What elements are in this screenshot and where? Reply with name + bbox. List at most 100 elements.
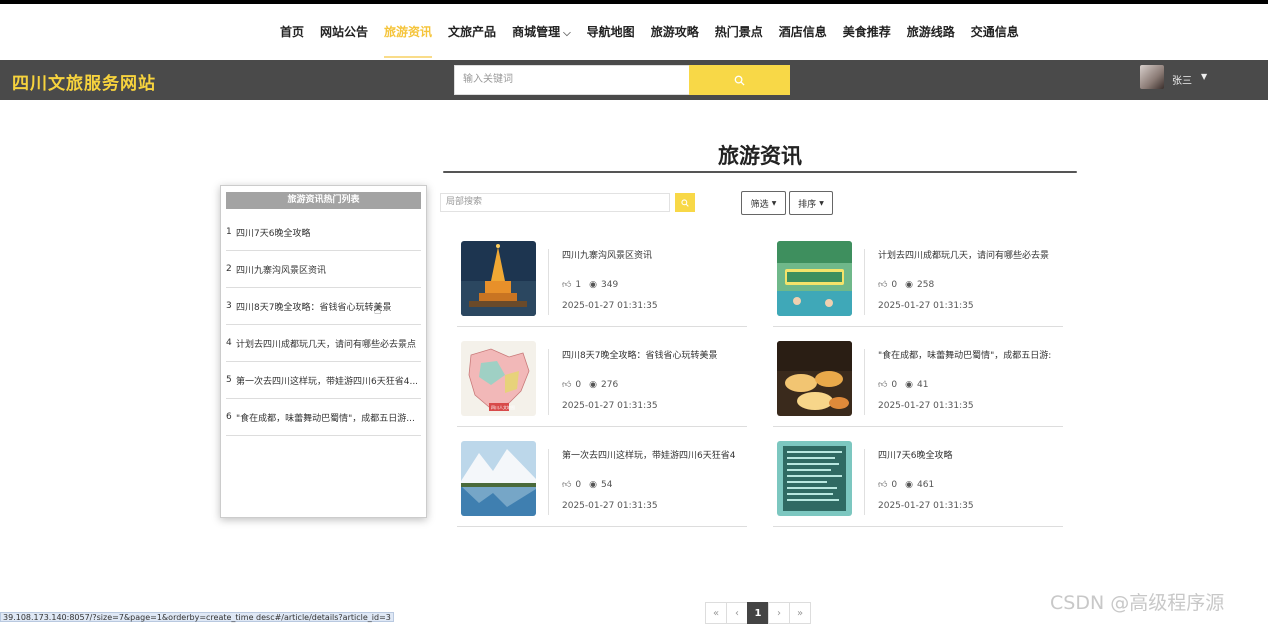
- hot-list-title: 旅游资讯热门列表: [226, 192, 421, 209]
- article-thumbnail[interactable]: 四川人文地图: [461, 341, 536, 416]
- article-thumbnail[interactable]: [461, 441, 536, 516]
- article-stats: 👍︎ 0 ◉ 276: [562, 380, 618, 390]
- thumbs-up-icon[interactable]: 👍︎: [878, 380, 887, 390]
- nav-item-home[interactable]: 首页: [272, 4, 312, 60]
- hot-list-item[interactable]: 4 计划去四川成都玩几天，请问有哪些必去景点: [226, 325, 421, 362]
- local-search-button[interactable]: [675, 193, 695, 212]
- article-date: 2025-01-27 01:31:35: [562, 401, 658, 411]
- header-bar: 四川文旅服务网站 输入关键词 张三 ▼: [0, 60, 1268, 100]
- view-count: 258: [917, 280, 935, 290]
- nav-item-travel-guides[interactable]: 旅游攻略: [643, 4, 707, 60]
- article-title[interactable]: 四川8天7晚全攻略：省钱省心玩转美景: [562, 348, 752, 361]
- nav-item-shop-management[interactable]: 商城管理 ⌵: [504, 4, 579, 60]
- search-input[interactable]: 输入关键词: [454, 65, 690, 95]
- sort-dropdown[interactable]: 排序 ▼: [789, 191, 833, 215]
- hot-list-item[interactable]: 1 四川7天6晚全攻略: [226, 214, 421, 251]
- nav-item-cultural-products[interactable]: 文旅产品: [440, 4, 504, 60]
- caret-down-icon[interactable]: ▼: [1201, 72, 1207, 81]
- thumbs-up-icon[interactable]: 👍︎: [562, 480, 571, 490]
- view-count: 276: [601, 380, 619, 390]
- article-title[interactable]: 计划去四川成都玩几天，请问有哪些必去景: [878, 248, 1068, 261]
- nav-item-hotels[interactable]: 酒店信息: [771, 4, 835, 60]
- local-search-input[interactable]: 局部搜索: [440, 193, 670, 212]
- hot-list-item[interactable]: 6 "食在成都，味蕾舞动巴蜀情"，成都五日游...: [226, 399, 421, 436]
- like-count: 0: [891, 280, 898, 290]
- article-card[interactable]: 计划去四川成都玩几天，请问有哪些必去景 👍︎ 0 ◉ 258 2025-01-27 …: [773, 241, 1063, 327]
- article-stats: 👍︎ 0 ◉ 54: [562, 480, 612, 490]
- like-count: 0: [891, 380, 898, 390]
- hot-list-item[interactable]: 3 四川8天7晚全攻略：省钱省心玩转美景: [226, 288, 421, 325]
- like-count: 0: [891, 480, 898, 490]
- card-divider: [864, 349, 865, 415]
- eye-icon: ◉: [589, 280, 597, 290]
- eye-icon: ◉: [905, 280, 913, 290]
- search-button[interactable]: [689, 65, 790, 95]
- page-prev-button[interactable]: ‹: [726, 602, 748, 624]
- thumbs-up-icon[interactable]: 👍︎: [562, 380, 571, 390]
- article-thumbnail[interactable]: [461, 241, 536, 316]
- page-last-button[interactable]: »: [789, 602, 811, 624]
- article-card[interactable]: 四川人文地图 四川8天7晚全攻略：省钱省心玩转美景 👍︎ 0 ◉ 276 2025-…: [457, 341, 747, 427]
- nav-item-hot-attractions[interactable]: 热门景点: [707, 4, 771, 60]
- article-title[interactable]: "食在成都，味蕾舞动巴蜀情"，成都五日游:: [878, 348, 1068, 361]
- nav-item-food[interactable]: 美食推荐: [835, 4, 899, 60]
- like-count: 1: [575, 280, 582, 290]
- view-count: 54: [601, 480, 613, 490]
- article-stats: 👍︎ 0 ◉ 41: [878, 380, 928, 390]
- card-divider: [864, 449, 865, 515]
- article-card[interactable]: 四川九寨沟风景区资讯 👍︎ 1 ◉ 349 2025-01-27 01:31:35: [457, 241, 747, 327]
- article-title[interactable]: 四川九寨沟风景区资讯: [562, 248, 752, 261]
- nav-item-transport[interactable]: 交通信息: [963, 4, 1027, 60]
- avatar[interactable]: [1140, 65, 1164, 89]
- thumbs-up-icon[interactable]: 👍︎: [878, 280, 887, 290]
- search-icon: [734, 75, 745, 86]
- article-card[interactable]: "食在成都，味蕾舞动巴蜀情"，成都五日游: 👍︎ 0 ◉ 41 2025-01-27…: [773, 341, 1063, 427]
- watermark: CSDN @高级程序源: [1050, 592, 1225, 614]
- article-stats: 👍︎ 0 ◉ 258: [878, 280, 934, 290]
- article-date: 2025-01-27 01:31:35: [562, 501, 658, 511]
- eye-icon: ◉: [589, 380, 597, 390]
- card-divider: [548, 249, 549, 315]
- view-count: 41: [917, 380, 929, 390]
- pagination: « ‹ 1 › »: [705, 602, 811, 624]
- username[interactable]: 张三: [1172, 72, 1192, 87]
- card-divider: [548, 349, 549, 415]
- article-thumbnail[interactable]: [777, 441, 852, 516]
- article-thumbnail[interactable]: [777, 241, 852, 316]
- nav-item-navigation-map[interactable]: 导航地图: [579, 4, 643, 60]
- eye-icon: ◉: [905, 380, 913, 390]
- article-title[interactable]: 第一次去四川这样玩，带娃游四川6天狂省4: [562, 448, 752, 461]
- article-date: 2025-01-27 01:31:35: [878, 301, 974, 311]
- like-count: 0: [575, 380, 582, 390]
- thumbnail-label: 四川人文地图: [491, 405, 515, 410]
- article-title[interactable]: 四川7天6晚全攻略: [878, 448, 1068, 461]
- view-count: 349: [601, 280, 619, 290]
- search-icon: [681, 198, 689, 207]
- article-card[interactable]: 第一次去四川这样玩，带娃游四川6天狂省4 👍︎ 0 ◉ 54 2025-01-27 …: [457, 441, 747, 527]
- thumbs-up-icon[interactable]: 👍︎: [562, 280, 571, 290]
- nav-item-announcements[interactable]: 网站公告: [312, 4, 376, 60]
- article-date: 2025-01-27 01:31:35: [878, 501, 974, 511]
- nav-item-travel-routes[interactable]: 旅游线路: [899, 4, 963, 60]
- page-title: 旅游资讯: [718, 144, 802, 168]
- article-thumbnail[interactable]: [777, 341, 852, 416]
- article-stats: 👍︎ 1 ◉ 349: [562, 280, 618, 290]
- article-stats: 👍︎ 0 ◉ 461: [878, 480, 934, 490]
- article-card[interactable]: 四川7天6晚全攻略 👍︎ 0 ◉ 461 2025-01-27 01:31:35: [773, 441, 1063, 527]
- hot-list-item[interactable]: 2 四川九寨沟风景区资讯: [226, 251, 421, 288]
- thumbs-up-icon[interactable]: 👍︎: [878, 480, 887, 490]
- nav-item-travel-news[interactable]: 旅游资讯: [376, 4, 440, 60]
- site-brand[interactable]: 四川文旅服务网站: [12, 69, 156, 94]
- page-next-button[interactable]: ›: [768, 602, 790, 624]
- status-bar-url: 39.108.173.140:8057/?size=7&page=1&order…: [0, 612, 394, 622]
- eye-icon: ◉: [589, 480, 597, 490]
- caret-down-icon: ▼: [819, 199, 824, 207]
- article-date: 2025-01-27 01:31:35: [562, 301, 658, 311]
- page-first-button[interactable]: «: [705, 602, 727, 624]
- filter-dropdown[interactable]: 筛选 ▼: [741, 191, 786, 215]
- article-date: 2025-01-27 01:31:35: [878, 401, 974, 411]
- card-divider: [864, 249, 865, 315]
- view-count: 461: [917, 480, 935, 490]
- hot-list-item[interactable]: 5 第一次去四川这样玩，带娃游四川6天狂省4...: [226, 362, 421, 399]
- page-current-button[interactable]: 1: [747, 602, 769, 624]
